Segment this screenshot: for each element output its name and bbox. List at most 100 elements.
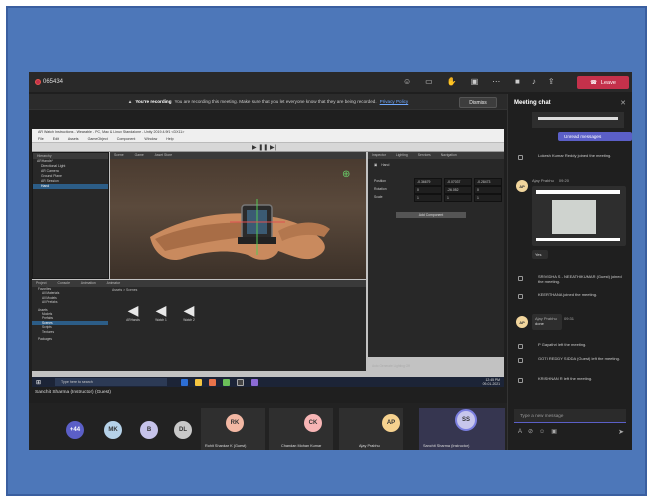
taskbar-app-icon[interactable] [251, 378, 259, 386]
asset-item[interactable]: ◀ ARHands [120, 302, 146, 322]
object-name[interactable]: Hand [381, 162, 389, 168]
menu-item[interactable]: File [38, 137, 44, 141]
shared-image-message[interactable] [532, 186, 626, 246]
taskbar-app-icon[interactable] [209, 378, 217, 386]
compose-message-input[interactable]: Type a new message [514, 409, 626, 423]
tab-console[interactable]: Console [58, 281, 70, 285]
chat-event: Lokesh Kumar Reddy joined the meeting. [538, 153, 612, 158]
rotation-y[interactable]: -26.052 [444, 186, 472, 194]
play-icon[interactable]: ▶ ❚❚ ▶| [252, 144, 276, 151]
folder-item[interactable]: All Prefabs [32, 300, 108, 304]
share-screen-icon[interactable]: ⇪ [548, 77, 555, 86]
system-tray-clock: 12:45 PM 09-01-2021 [483, 378, 500, 386]
leave-icon [518, 358, 523, 363]
format-icon[interactable]: A [518, 429, 528, 435]
windows-start-icon[interactable]: ⊞ [36, 379, 41, 386]
tab-animator[interactable]: Animator [107, 281, 121, 285]
menu-item[interactable]: Edit [53, 137, 59, 141]
camera-icon[interactable]: ■ [515, 77, 520, 86]
join-icon [518, 294, 523, 299]
unity-scene-icon: ◀ [183, 302, 195, 318]
taskbar-app-icon[interactable] [195, 378, 203, 386]
participant-name: Chandan Mohan Kumar [281, 444, 322, 448]
project-tabs: Project Console Animation Animator [32, 280, 366, 287]
video-thumbnail [552, 200, 596, 234]
taskbar-search[interactable]: Type here to search [55, 378, 168, 386]
participant-avatar[interactable]: DL [174, 421, 192, 439]
transform-label: Position [374, 179, 387, 183]
folder-item[interactable]: Textures [32, 330, 108, 334]
menu-item[interactable]: Window [144, 137, 157, 141]
media-controls: ■ ♪ ⇪ [515, 77, 555, 86]
scale-z[interactable]: 1 [474, 194, 502, 202]
rotation-x[interactable]: 0 [414, 186, 442, 194]
transform-row: Rotation 0 -26.052 0 [368, 186, 504, 194]
message-time: 09:20 [558, 178, 569, 183]
tab-project[interactable]: Project [36, 281, 47, 285]
shared-image-message[interactable] [532, 112, 624, 128]
scale-x[interactable]: 1 [414, 194, 442, 202]
unread-messages-badge[interactable]: Unread messages [558, 132, 632, 141]
close-icon[interactable]: ✕ [620, 99, 626, 107]
microphone-icon[interactable]: ♪ [532, 77, 536, 86]
short-reply[interactable]: Yes [532, 250, 548, 259]
send-icon[interactable]: ➤ [618, 428, 624, 436]
chat-event: SRIVIDHA S - NEEATHIKUMAR (Guest) joined… [538, 274, 622, 284]
tab-animation[interactable]: Animation [81, 281, 96, 285]
folder-item[interactable]: Packages [32, 337, 108, 341]
menu-item[interactable]: GameObject [88, 137, 108, 141]
project-panel: Project Console Animation Animator Favor… [32, 280, 410, 371]
chat-author: Ajay Prabhu 09:20 [532, 178, 620, 183]
chat-avatar: AP [516, 180, 528, 192]
rotation-z[interactable]: 0 [474, 186, 502, 194]
meeting-chat-panel: Meeting chat ✕ Unread messages Lokesh Ku… [507, 94, 632, 450]
scene-tabs: Scene Game Asset Store [110, 152, 366, 159]
menu-item[interactable]: Component [117, 137, 136, 141]
tab-lighting[interactable]: Lighting [396, 153, 408, 157]
more-actions-icon[interactable]: ⋯ [492, 77, 500, 86]
participant-avatar[interactable]: B [140, 421, 158, 439]
raise-hand-icon[interactable]: ✋ [447, 77, 457, 86]
taskbar-app-icon[interactable] [237, 378, 245, 386]
asset-item[interactable]: ◀ Watch 2 [176, 302, 202, 322]
emoji-icon[interactable]: ☺ [539, 429, 551, 435]
dismiss-button[interactable]: Dismiss [459, 97, 497, 108]
hierarchy-panel: Hierarchy ARHands* Directional Light AR … [32, 152, 109, 279]
chat-title: Meeting chat [514, 100, 551, 106]
leave-button[interactable]: ☎ Leave [577, 76, 629, 89]
menu-item[interactable]: Assets [68, 137, 79, 141]
menu-item[interactable]: Help [166, 137, 173, 141]
tab-services[interactable]: Services [418, 153, 431, 157]
chat-message[interactable]: Ajay Prabhu done [532, 314, 562, 330]
tab-navigation[interactable]: Navigation [441, 153, 457, 157]
tab-asset-store[interactable]: Asset Store [155, 153, 173, 157]
scene-view[interactable]: ⊕ [110, 159, 366, 279]
position-z[interactable]: -0.28473 [474, 178, 502, 186]
asset-item[interactable]: ◀ Watch 1 [148, 302, 174, 322]
people-icon[interactable]: ☺ [403, 77, 411, 86]
participant-avatar: SS [455, 409, 477, 431]
tab-game[interactable]: Game [135, 153, 144, 157]
attach-icon[interactable]: ⊘ [528, 429, 539, 435]
transform-label: Scale [374, 195, 383, 199]
hierarchy-item-selected[interactable]: Hand [33, 184, 108, 189]
tab-scene[interactable]: Scene [114, 153, 124, 157]
gif-icon[interactable]: ▣ [551, 429, 563, 435]
participant-avatar[interactable]: MK [104, 421, 122, 439]
chat-event: KRISHNAN R left the meeting. [538, 376, 593, 381]
taskbar-app-icon[interactable] [223, 378, 231, 386]
scale-y[interactable]: 1 [444, 194, 472, 202]
rooms-icon[interactable]: ▣ [471, 77, 479, 86]
more-participants-avatar[interactable]: +44 [66, 421, 84, 439]
taskbar-app-icon[interactable] [181, 378, 189, 386]
taskbar-apps [181, 378, 259, 386]
tab-inspector[interactable]: Inspector [372, 153, 386, 157]
chat-icon[interactable]: ▭ [425, 77, 433, 86]
privacy-policy-link[interactable]: Privacy Policy [380, 99, 409, 104]
author-name: Ajay Prabhu [532, 178, 554, 183]
meeting-controls: ☺ ▭ ✋ ▣ ⋯ [403, 77, 500, 86]
position-y[interactable]: -0.07037 [444, 178, 472, 186]
position-x[interactable]: -0.36679 [414, 178, 442, 186]
warning-icon: ▲ [127, 99, 133, 104]
add-component-button[interactable]: Add Component [396, 212, 466, 218]
